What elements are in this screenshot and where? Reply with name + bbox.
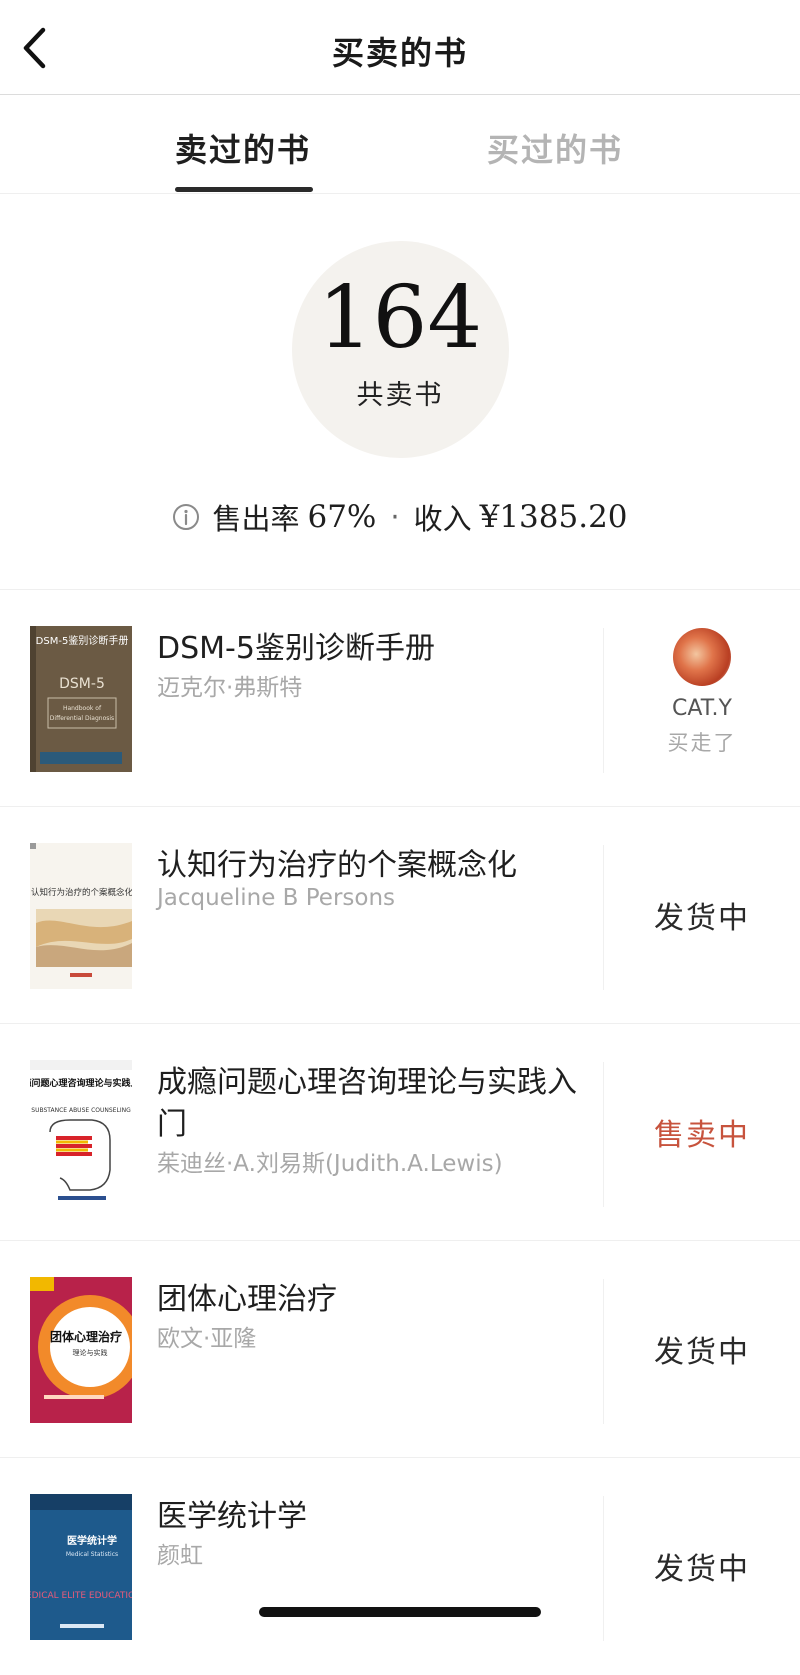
- book-author: 欧文·亚隆: [157, 1326, 257, 1352]
- books-sold-count: 164: [317, 268, 483, 368]
- book-title: 认知行为治疗的个案概念化: [157, 848, 517, 883]
- book-cover: DSM-5鉴别诊断手册 DSM-5 Handbook of Differenti…: [30, 626, 132, 772]
- income-value: ¥1385.20: [479, 499, 628, 535]
- info-circle-icon[interactable]: [172, 503, 200, 531]
- sell-rate-label: 售出率: [212, 502, 300, 536]
- cover-text: DSM-5鉴别诊断手册: [36, 634, 129, 647]
- cover-text: DSM-5: [59, 676, 105, 692]
- status-badge: 发货中: [654, 1552, 750, 1587]
- list-item[interactable]: 认知行为治疗的个案概念化 认知行为治疗的个案概念化 Jacqueline B P…: [0, 806, 800, 1024]
- cover-text: 理论与实践: [73, 1348, 108, 1357]
- buyer-info[interactable]: CAT.Y 买走了: [604, 628, 800, 757]
- cover-text: 团体心理治疗: [50, 1329, 122, 1344]
- top-navigation-bar: 买卖的书: [0, 0, 800, 95]
- svg-text:Handbook of: Handbook of: [63, 705, 102, 712]
- book-cover: 成瘾问题心理咨询理论与实践入门 SUBSTANCE ABUSE COUNSELI…: [30, 1060, 132, 1206]
- list-item[interactable]: 成瘾问题心理咨询理论与实践入门 SUBSTANCE ABUSE COUNSELI…: [0, 1023, 800, 1241]
- sales-summary: 售出率 67% · 收入 ¥1385.20: [0, 497, 800, 537]
- status-badge: 发货中: [654, 1335, 750, 1370]
- book-cover: 团体心理治疗 理论与实践: [30, 1277, 132, 1423]
- book-author: Jacqueline B Persons: [157, 885, 396, 911]
- status-badge: 售卖中: [654, 1118, 750, 1153]
- list-item[interactable]: 医学统计学 Medical Statistics MEDICAL ELITE E…: [0, 1457, 800, 1675]
- avatar[interactable]: [673, 628, 731, 686]
- book-title: 团体心理治疗: [157, 1282, 337, 1317]
- book-author: 颜虹: [157, 1543, 203, 1569]
- separator-dot: ·: [390, 500, 400, 534]
- tab-bought-books[interactable]: 买过的书: [487, 125, 623, 171]
- home-indicator: [259, 1607, 541, 1617]
- book-cover: 医学统计学 Medical Statistics MEDICAL ELITE E…: [30, 1494, 132, 1640]
- cover-text: MEDICAL ELITE EDUCATION: [30, 1591, 132, 1601]
- sell-rate-value: 67%: [307, 499, 377, 535]
- cover-text: SUBSTANCE ABUSE COUNSELING: [31, 1107, 131, 1114]
- cover-text: Medical Statistics: [66, 1551, 118, 1558]
- buyer-status: 买走了: [667, 731, 737, 755]
- book-title: DSM-5鉴别诊断手册: [157, 631, 435, 666]
- book-title: 医学统计学: [157, 1499, 307, 1534]
- list-item[interactable]: 团体心理治疗 理论与实践 团体心理治疗 欧文·亚隆 发货中: [0, 1240, 800, 1458]
- book-author: 迈克尔·弗斯特: [157, 675, 303, 701]
- tab-bar: 卖过的书 买过的书: [0, 95, 800, 194]
- tab-sold-books[interactable]: 卖过的书: [175, 125, 311, 171]
- cover-text: 成瘾问题心理咨询理论与实践入门: [30, 1077, 132, 1089]
- buyer-name: CAT.Y: [672, 696, 732, 721]
- cover-text: 认知行为治疗的个案概念化: [31, 887, 132, 898]
- book-cover: 认知行为治疗的个案概念化: [30, 843, 132, 989]
- sales-stats: 164 共卖书 售出率 67% · 收入 ¥1385.20: [0, 193, 800, 589]
- page-title: 买卖的书: [331, 34, 468, 72]
- svg-text:Differential Diagnosis: Differential Diagnosis: [50, 715, 114, 722]
- book-title: 成瘾问题心理咨询理论与实践入门: [157, 1065, 577, 1142]
- income-label: 收入: [413, 502, 472, 536]
- books-sold-label: 共卖书: [356, 380, 444, 411]
- cover-text: 医学统计学: [67, 1534, 117, 1547]
- list-item[interactable]: DSM-5鉴别诊断手册 DSM-5 Handbook of Differenti…: [0, 589, 800, 807]
- status-badge: 发货中: [654, 901, 750, 936]
- active-tab-indicator: [175, 187, 313, 192]
- book-author: 茱迪丝·A.刘易斯(Judith.A.Lewis): [157, 1151, 503, 1177]
